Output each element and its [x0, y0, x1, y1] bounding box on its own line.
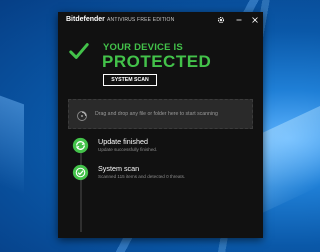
- app-edition: ANTIVIRUS FREE EDITION: [107, 17, 175, 23]
- title-bar[interactable]: Bitdefender ANTIVIRUS FREE EDITION: [58, 12, 263, 30]
- event-title: Update finished: [98, 137, 148, 146]
- checkmark-icon: [68, 40, 90, 62]
- event-description: Scanned 115 items and detected 0 threats…: [98, 174, 186, 179]
- bitdefender-window: Bitdefender ANTIVIRUS FREE EDITION YOUR …: [58, 12, 263, 238]
- event-item[interactable]: Update finished Update successfully fini…: [72, 135, 257, 159]
- scan-check-icon: [72, 164, 89, 181]
- update-icon: [72, 137, 89, 154]
- system-scan-button[interactable]: SYSTEM SCAN: [103, 74, 157, 86]
- wallpaper-light-beam: [260, 106, 320, 214]
- protection-status-panel: YOUR DEVICE IS PROTECTED SYSTEM SCAN: [58, 30, 263, 98]
- app-brand: Bitdefender: [66, 16, 105, 23]
- event-title: System scan: [98, 164, 140, 173]
- drag-drop-zone[interactable]: Drag and drop any file or folder here to…: [68, 99, 253, 129]
- status-protected: PROTECTED: [102, 52, 212, 71]
- close-icon[interactable]: [250, 15, 260, 25]
- event-item[interactable]: System scan Scanned 115 items and detect…: [72, 162, 257, 186]
- gear-icon[interactable]: [216, 15, 226, 25]
- event-description: Update successfully finished.: [98, 147, 158, 152]
- minimize-icon[interactable]: [234, 15, 244, 25]
- scan-spinner-icon: [76, 109, 88, 121]
- wallpaper-light-beam-left: [0, 95, 24, 195]
- drag-drop-text: Drag and drop any file or folder here to…: [95, 111, 218, 117]
